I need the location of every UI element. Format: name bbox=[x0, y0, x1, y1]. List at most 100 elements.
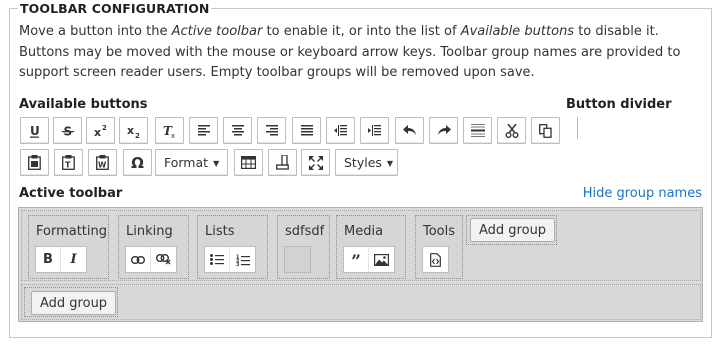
svg-text:3: 3 bbox=[236, 262, 239, 266]
add-group-button[interactable]: Add group bbox=[31, 291, 117, 315]
group-name: sdfsdf bbox=[285, 224, 325, 239]
toolbar-row: Add group bbox=[21, 284, 701, 320]
italic-button[interactable]: I bbox=[61, 247, 86, 272]
remove-format-icon: Tx bbox=[163, 124, 175, 138]
group-name: Tools bbox=[423, 224, 456, 239]
outdent-icon bbox=[334, 125, 347, 136]
source-icon bbox=[430, 252, 441, 267]
svg-text:W: W bbox=[98, 161, 107, 170]
hide-group-names-link[interactable]: Hide group names bbox=[583, 186, 702, 201]
toolbar-group-sdfsdf[interactable]: sdfsdf bbox=[277, 215, 330, 279]
undo-button[interactable] bbox=[395, 117, 424, 144]
align-justify-icon bbox=[300, 125, 313, 136]
button-divider[interactable] bbox=[577, 117, 578, 139]
strike-icon: S bbox=[61, 124, 74, 138]
subscript-icon: x2 bbox=[127, 124, 140, 138]
group-buttons bbox=[125, 246, 177, 273]
redo-button[interactable] bbox=[429, 117, 458, 144]
align-left-icon bbox=[197, 125, 210, 136]
source-button[interactable] bbox=[423, 247, 448, 272]
underline-icon: U bbox=[29, 124, 40, 138]
indent-button[interactable] bbox=[360, 117, 389, 144]
bold-button[interactable]: B bbox=[36, 247, 61, 272]
unlink-icon bbox=[156, 254, 171, 265]
toolbar-group-lists[interactable]: Lists 123 bbox=[197, 215, 268, 279]
active-toolbar-area: Formatting B I Linking Lists 1 2 3 sdfsd… bbox=[18, 207, 703, 322]
table-button[interactable] bbox=[234, 149, 263, 176]
add-group-wrapper: Add group bbox=[24, 287, 118, 317]
paste-word-icon: W bbox=[96, 155, 109, 170]
svg-text:U: U bbox=[30, 124, 40, 138]
align-center-button[interactable] bbox=[223, 117, 252, 144]
desc-active-toolbar: Active toolbar bbox=[171, 24, 263, 39]
special-char-button[interactable]: Ω bbox=[123, 149, 152, 176]
format-label: Format bbox=[164, 155, 209, 170]
desc-part: to enable it, or into the list of bbox=[262, 24, 461, 39]
group-buttons: B I bbox=[35, 246, 87, 273]
unlink-button[interactable] bbox=[151, 247, 176, 272]
maximize-icon bbox=[308, 155, 323, 170]
align-right-button[interactable] bbox=[257, 117, 286, 144]
empty-group-placeholder bbox=[284, 246, 311, 273]
bullet-list-button[interactable] bbox=[205, 247, 230, 272]
group-buttons: 123 bbox=[204, 246, 256, 273]
align-justify-button[interactable] bbox=[292, 117, 321, 144]
image-button[interactable] bbox=[369, 247, 394, 272]
group-name: Media bbox=[344, 224, 384, 239]
add-group-wrapper: Add group bbox=[466, 215, 557, 245]
format-dropdown[interactable]: Format ▼ bbox=[155, 149, 228, 176]
subscript-button[interactable]: x2 bbox=[119, 117, 148, 144]
active-toolbar-heading: Active toolbar bbox=[19, 186, 123, 201]
blockquote-icon: ” bbox=[351, 252, 361, 272]
paste-text-icon: T bbox=[62, 155, 75, 170]
paste-button[interactable] bbox=[20, 149, 49, 176]
paste-text-button[interactable]: T bbox=[54, 149, 83, 176]
special-char-icon: Ω bbox=[131, 153, 144, 172]
svg-text:x: x bbox=[171, 132, 175, 138]
table-icon bbox=[241, 156, 256, 169]
maximize-button[interactable] bbox=[301, 149, 330, 176]
svg-text:2: 2 bbox=[102, 124, 107, 132]
group-name: Formatting bbox=[36, 224, 108, 239]
superscript-button[interactable]: x2 bbox=[86, 117, 115, 144]
show-blocks-button[interactable] bbox=[268, 149, 297, 176]
numbered-list-button[interactable]: 123 bbox=[230, 247, 255, 272]
fieldset-legend: TOOLBAR CONFIGURATION bbox=[18, 1, 212, 16]
indent-icon bbox=[368, 125, 381, 136]
horizontal-rule-button[interactable] bbox=[463, 117, 492, 144]
group-buttons: ” bbox=[343, 246, 395, 273]
numbered-list-icon: 123 bbox=[236, 254, 250, 266]
toolbar-group-formatting[interactable]: Formatting B I bbox=[28, 215, 109, 279]
copy-button[interactable] bbox=[531, 117, 560, 144]
available-buttons-heading: Available buttons bbox=[19, 97, 148, 112]
cut-button[interactable] bbox=[497, 117, 526, 144]
toolbar-group-media[interactable]: Media ” bbox=[336, 215, 406, 279]
link-button[interactable] bbox=[126, 247, 151, 272]
underline-button[interactable]: U bbox=[20, 117, 49, 144]
toolbar-row: Formatting B I Linking Lists 1 2 3 sdfsd… bbox=[21, 210, 701, 281]
paste-icon bbox=[28, 155, 41, 170]
copy-icon bbox=[539, 123, 552, 138]
caret-down-icon: ▼ bbox=[386, 159, 394, 168]
blockquote-button[interactable]: ” bbox=[344, 247, 369, 272]
svg-text:2: 2 bbox=[135, 132, 140, 138]
toolbar-group-linking[interactable]: Linking bbox=[118, 215, 189, 279]
styles-label: Styles bbox=[344, 155, 382, 170]
strike-button[interactable]: S bbox=[53, 117, 82, 144]
group-buttons bbox=[422, 246, 449, 273]
paste-word-button[interactable]: W bbox=[88, 149, 117, 176]
svg-text:T: T bbox=[65, 161, 71, 170]
align-right-icon bbox=[265, 125, 278, 136]
add-group-button[interactable]: Add group bbox=[470, 218, 556, 242]
remove-format-button[interactable]: Tx bbox=[155, 117, 184, 144]
svg-text:x: x bbox=[127, 124, 134, 137]
superscript-icon: x2 bbox=[94, 124, 107, 138]
outdent-button[interactable] bbox=[326, 117, 355, 144]
undo-icon bbox=[402, 125, 416, 135]
description-text: Move a button into the Active toolbar to… bbox=[19, 22, 704, 84]
show-blocks-icon bbox=[276, 155, 289, 170]
cut-icon bbox=[505, 123, 518, 138]
align-left-button[interactable] bbox=[189, 117, 218, 144]
styles-dropdown[interactable]: Styles ▼ bbox=[335, 149, 398, 176]
toolbar-group-tools[interactable]: Tools bbox=[415, 215, 463, 279]
